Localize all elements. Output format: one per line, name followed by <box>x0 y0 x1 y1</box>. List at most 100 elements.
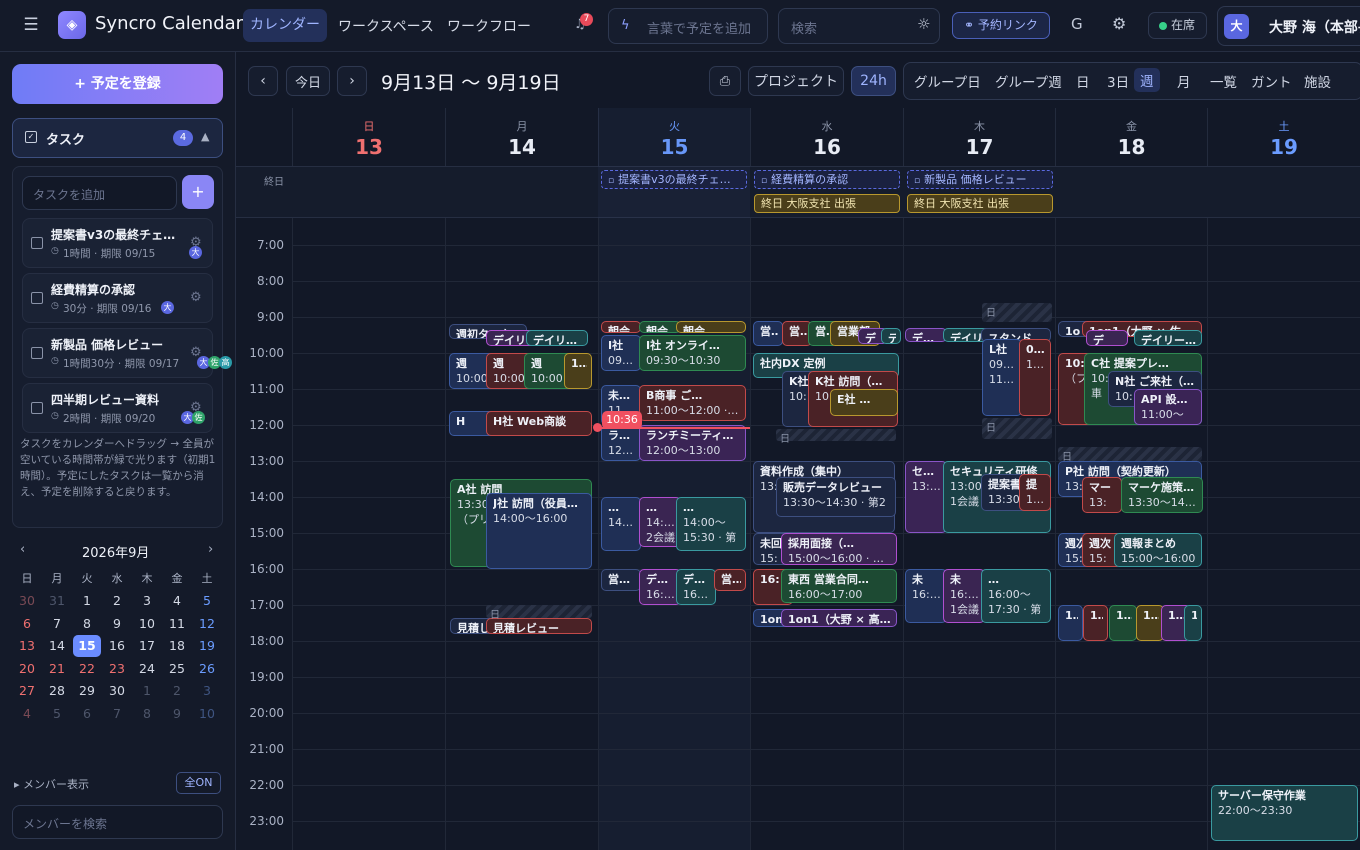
mini-cal-day[interactable]: 3 <box>192 680 222 703</box>
mini-cal-day[interactable]: 9 <box>162 702 192 725</box>
mini-cal-day[interactable]: 23 <box>102 657 132 680</box>
mini-cal-day[interactable]: 11 <box>162 612 192 635</box>
all-day-task[interactable]: ▫ 経費精算の承認 <box>754 170 900 189</box>
mini-cal-today[interactable]: 15 <box>73 634 101 657</box>
calendar-event[interactable]: H社 Web商談 <box>486 410 592 436</box>
task-gear-icon[interactable]: ⚙ <box>190 290 202 305</box>
task-item[interactable]: 経費精算の承認 ◷ 30分 · 期限 09/16 ⚙ 大 <box>22 273 213 323</box>
calendar-event[interactable]: 営業数 <box>601 569 641 591</box>
mini-cal-day[interactable]: 2 <box>102 590 132 613</box>
mini-cal-day[interactable]: 14 <box>42 635 72 658</box>
view-tab[interactable]: グループ日 <box>914 71 981 91</box>
tab-workflow[interactable]: ワークフロー <box>447 16 531 36</box>
day-header[interactable]: 月 14 <box>445 108 598 166</box>
calendar-event[interactable]: … 14:00 <box>601 497 641 551</box>
today-button[interactable]: 今日 <box>286 66 330 96</box>
view-tab[interactable]: 月 <box>1177 71 1191 91</box>
all-day-event[interactable]: 終日 大阪支社 出張 <box>754 194 900 213</box>
booking-link-button[interactable]: ⚭ 予約リンク <box>952 12 1050 39</box>
calendar-event[interactable]: … 14:00 2会議 <box>639 497 681 548</box>
calendar-event[interactable]: J社 訪問（役員… 14:00〜16:00 <box>486 493 592 569</box>
calendar-event[interactable]: I社 09:30 <box>601 335 641 371</box>
status-badge[interactable]: 在席 <box>1148 12 1207 39</box>
mini-cal-day[interactable]: 30 <box>102 680 132 703</box>
mini-cal-day[interactable]: 19 <box>192 635 222 658</box>
mini-cal-next[interactable]: › <box>208 542 213 557</box>
mini-cal-day[interactable]: 26 <box>192 657 222 680</box>
mini-cal-day[interactable]: 7 <box>42 612 72 635</box>
calendar-event[interactable]: 17 <box>1184 605 1202 641</box>
calendar-event[interactable]: 営… <box>714 569 746 591</box>
mini-cal-day[interactable]: 5 <box>42 702 72 725</box>
view-tab[interactable]: 施設 <box>1304 71 1331 91</box>
gear-icon[interactable]: ⚙ <box>1112 14 1126 33</box>
calendar-event[interactable]: I社 オンライ… 09:30〜10:30 <box>639 335 746 371</box>
calendar-event[interactable]: 朝会 <box>639 320 681 334</box>
task-item[interactable]: 提案書v3の最終チェ… ◷ 1時間 · 期限 09/15 ⚙ 大 <box>22 218 213 268</box>
view-tab[interactable]: 週 <box>1134 68 1160 92</box>
mini-cal-day[interactable]: 2 <box>162 680 192 703</box>
task-add-button[interactable]: + <box>182 175 214 209</box>
task-checkbox[interactable] <box>31 237 43 249</box>
mini-cal-day[interactable]: 8 <box>132 702 162 725</box>
day-header[interactable]: 水 16 <box>750 108 903 166</box>
mini-cal-day[interactable]: 13 <box>12 635 42 658</box>
calendar-event[interactable]: デイリー… <box>526 329 588 346</box>
quick-add-input[interactable]: ϟ 言葉で予定を追加 <box>608 8 768 44</box>
user-menu[interactable]: 大 大野 海（本部長 <box>1217 6 1360 46</box>
all-day-task[interactable]: ▫ 提案書v3の最終チェ… <box>601 170 747 189</box>
mini-cal-day[interactable]: 28 <box>42 680 72 703</box>
mini-cal-day[interactable]: 16 <box>102 635 132 658</box>
mini-cal-day[interactable]: 9 <box>102 612 132 635</box>
calendar-event[interactable]: 週報まとめ 15:00〜16:00 <box>1114 533 1202 568</box>
register-event-button[interactable]: + 予定を登録 <box>12 64 223 104</box>
mini-cal-day[interactable]: 8 <box>72 612 102 635</box>
calendar-event[interactable]: API 設… 11:00〜 <box>1134 389 1202 425</box>
mini-cal-prev[interactable]: ‹ <box>20 542 25 557</box>
mini-cal-day[interactable]: 6 <box>12 612 42 635</box>
calendar-event[interactable]: マー 13: <box>1082 477 1122 514</box>
calendar-event[interactable]: 09:311:3 <box>1019 338 1051 416</box>
search-input[interactable]: 検索 <box>778 8 940 44</box>
mini-cal-day[interactable]: 6 <box>72 702 102 725</box>
calendar-event[interactable]: 未 16:00 <box>905 569 947 623</box>
calendar-event[interactable]: 17: <box>1109 605 1137 641</box>
view-tab[interactable]: 日 <box>1076 71 1090 91</box>
mini-cal-day[interactable]: 25 <box>162 657 192 680</box>
task-checkbox[interactable] <box>31 292 43 304</box>
mini-cal-day[interactable]: 20 <box>12 657 42 680</box>
tasks-header[interactable]: ✓ タスク 4 ▲ <box>12 118 223 158</box>
menu-icon[interactable]: ☰ <box>22 16 40 34</box>
calendar-event[interactable]: … 16:00〜 17:30 · 第 <box>981 569 1051 623</box>
mini-cal-day[interactable]: 5 <box>192 590 222 613</box>
mini-cal-day[interactable]: 12 <box>192 612 222 635</box>
tab-calendar[interactable]: カレンダー <box>243 9 327 42</box>
calendar-event[interactable]: セキュ 13:00 <box>905 461 947 533</box>
calendar-event[interactable]: デ <box>1086 329 1128 346</box>
calendar-event[interactable]: サーバー保守作業 22:00〜23:30 <box>1211 785 1358 841</box>
all-day-task[interactable]: ▫ 新製品 価格レビュー <box>907 170 1053 189</box>
all-day-event[interactable]: 終日 大阪支社 出張 <box>907 194 1053 213</box>
day-header[interactable]: 金 18 <box>1055 108 1207 166</box>
view-tab[interactable]: 3日 <box>1107 71 1129 91</box>
calendar-event[interactable]: 提13:3 <box>1019 473 1051 512</box>
mini-cal-day[interactable]: 1 <box>132 680 162 703</box>
calendar-event[interactable]: E社 … <box>830 389 898 416</box>
calendar-event[interactable]: 営業 <box>753 320 783 346</box>
mini-cal-day[interactable]: 29 <box>72 680 102 703</box>
calendar-event[interactable]: 10:0 <box>564 353 592 389</box>
prev-week-button[interactable]: ‹ <box>248 66 278 96</box>
mini-cal-day[interactable]: 30 <box>12 590 42 613</box>
tab-workspace[interactable]: ワークスペース <box>338 16 434 36</box>
task-checkbox[interactable] <box>31 402 43 414</box>
mini-cal-day[interactable]: 31 <box>42 590 72 613</box>
task-item[interactable]: 新製品 価格レビュー ◷ 1時間30分 · 期限 09/17 ⚙ 大佐高 <box>22 328 232 378</box>
calendar-event[interactable]: デザイ 16:00 <box>676 569 716 605</box>
mini-cal-day[interactable]: 22 <box>72 657 102 680</box>
task-checkbox[interactable] <box>31 347 43 359</box>
task-item[interactable]: 四半期レビュー資料 ◷ 2時間 · 期限 09/20 ⚙ 大佐 <box>22 383 213 433</box>
collapse-triangle-icon[interactable]: ▲ <box>201 130 209 143</box>
mini-cal-day[interactable]: 7 <box>102 702 132 725</box>
mini-cal-day[interactable]: 27 <box>12 680 42 703</box>
calendar-event[interactable]: 東西 営業合同… 16:00〜17:00 <box>781 569 897 604</box>
